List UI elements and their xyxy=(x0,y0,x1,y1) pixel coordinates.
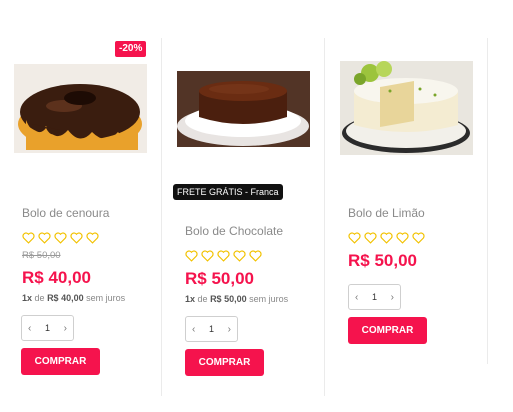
product-card-lemon-cake[interactable]: Bolo de Limão R$ 50,00 ‹ 1 › COMPRAR xyxy=(325,0,487,412)
quantity-stepper[interactable]: ‹ 1 › xyxy=(185,316,238,342)
buy-button[interactable]: COMPRAR xyxy=(185,349,264,376)
heart-outline-icon xyxy=(412,232,425,244)
product-name[interactable]: Bolo de cenoura xyxy=(22,206,109,220)
installment-count: 1x xyxy=(22,293,33,303)
heart-outline-icon xyxy=(217,250,230,262)
product-name[interactable]: Bolo de Limão xyxy=(348,206,425,220)
installment-amount: R$ 40,00 xyxy=(47,293,84,303)
heart-outline-icon xyxy=(54,232,67,244)
discount-badge: -20% xyxy=(115,41,147,57)
installment-info: 1x de R$ 40,00 sem juros xyxy=(22,293,125,303)
heart-outline-icon xyxy=(22,232,35,244)
product-price: R$ 40,00 xyxy=(22,268,91,287)
chevron-right-icon[interactable]: › xyxy=(64,323,67,334)
chevron-right-icon[interactable]: › xyxy=(228,324,231,335)
product-card-carrot-cake[interactable]: -20% Bolo de cenoura R$ 50,00 R$ 40,00 1… xyxy=(0,0,160,412)
quantity-value[interactable]: 1 xyxy=(209,324,214,334)
column-divider xyxy=(487,38,488,364)
heart-outline-icon xyxy=(201,250,214,262)
chevron-right-icon[interactable]: › xyxy=(391,292,394,303)
quantity-value[interactable]: 1 xyxy=(372,292,377,302)
installment-info: 1x de R$ 50,00 sem juros xyxy=(185,294,288,304)
buy-button[interactable]: COMPRAR xyxy=(21,348,100,375)
rating-hearts xyxy=(22,232,99,244)
installment-of: de xyxy=(197,294,208,304)
quantity-value[interactable]: 1 xyxy=(45,323,50,333)
heart-outline-icon xyxy=(364,232,377,244)
chevron-left-icon[interactable]: ‹ xyxy=(192,324,195,335)
free-shipping-badge: FRETE GRÁTIS - Franca xyxy=(173,184,283,200)
heart-outline-icon xyxy=(396,232,409,244)
heart-outline-icon xyxy=(38,232,51,244)
heart-outline-icon xyxy=(185,250,198,262)
heart-outline-icon xyxy=(70,232,83,244)
installment-count: 1x xyxy=(185,294,196,304)
heart-outline-icon xyxy=(233,250,246,262)
product-name[interactable]: Bolo de Chocolate xyxy=(185,224,283,238)
quantity-stepper[interactable]: ‹ 1 › xyxy=(348,284,401,310)
quantity-stepper[interactable]: ‹ 1 › xyxy=(21,315,74,341)
buy-button[interactable]: COMPRAR xyxy=(348,317,427,344)
product-price: R$ 50,00 xyxy=(348,251,417,270)
heart-outline-icon xyxy=(380,232,393,244)
rating-hearts xyxy=(348,232,425,244)
chevron-left-icon[interactable]: ‹ xyxy=(28,323,31,334)
product-price: R$ 50,00 xyxy=(185,269,254,288)
installment-of: de xyxy=(34,293,45,303)
product-card-chocolate-cake[interactable]: FRETE GRÁTIS - Franca Bolo de Chocolate … xyxy=(162,0,324,412)
heart-outline-icon xyxy=(348,232,361,244)
heart-outline-icon xyxy=(249,250,262,262)
installment-suffix: sem juros xyxy=(86,293,126,303)
product-image[interactable] xyxy=(340,61,473,155)
installment-suffix: sem juros xyxy=(249,294,289,304)
chevron-left-icon[interactable]: ‹ xyxy=(355,292,358,303)
product-image[interactable] xyxy=(177,71,310,147)
installment-amount: R$ 50,00 xyxy=(210,294,247,304)
rating-hearts xyxy=(185,250,262,262)
heart-outline-icon xyxy=(86,232,99,244)
old-price: R$ 50,00 xyxy=(22,250,61,261)
product-image[interactable] xyxy=(14,64,147,153)
